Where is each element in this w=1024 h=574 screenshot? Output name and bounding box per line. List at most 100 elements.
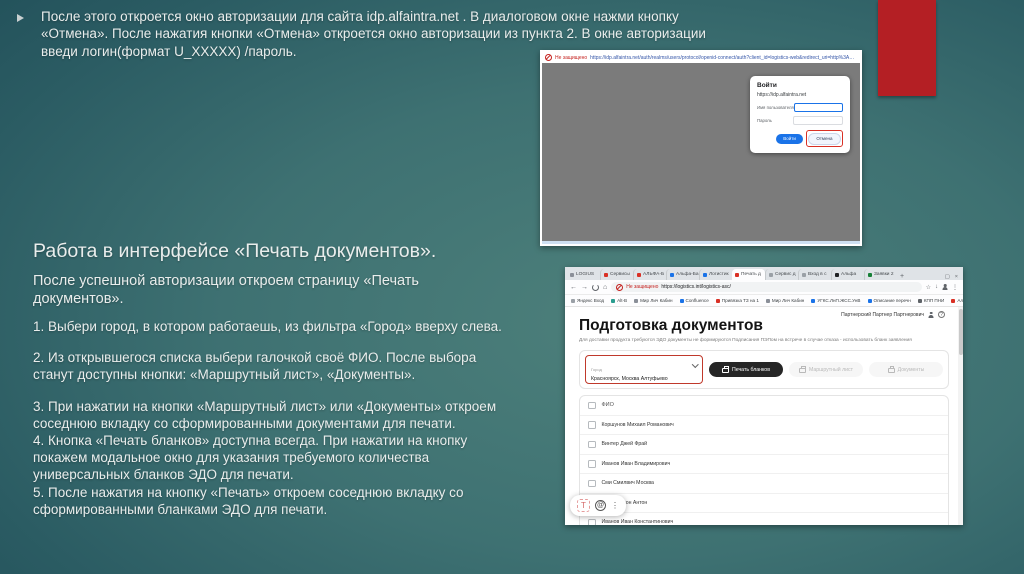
person-checkbox[interactable]: [588, 479, 596, 487]
bookmark-label: Мир Лич Кабин: [771, 298, 805, 303]
more-options-icon[interactable]: ⋮: [611, 501, 619, 510]
bookmark-label: Описание перечн: [873, 298, 911, 303]
auth-window-bottom-edge: [542, 241, 860, 244]
auth-page-background: Войти https://idp.alfaintra.net Имя поль…: [542, 63, 860, 241]
tab-favicon: [570, 272, 574, 277]
bookmark-item[interactable]: Привязка ТЗ на 1: [715, 298, 759, 303]
person-checkbox[interactable]: [588, 440, 596, 448]
browser-tab[interactable]: Сервис д: [765, 269, 798, 280]
person-name: Иванов Иван Константинович: [601, 519, 674, 525]
select-all-checkbox[interactable]: [588, 401, 596, 409]
browser-tab[interactable]: Заявки 2: [864, 269, 897, 280]
person-checkbox[interactable]: [588, 421, 596, 429]
bookmark-item[interactable]: КПП ПНИ: [917, 298, 944, 303]
person-row[interactable]: Винтер Джей Фрай: [580, 435, 948, 455]
person-checkbox[interactable]: [588, 518, 596, 525]
page-url: https://logistics.int/logistics-asc/: [661, 284, 731, 290]
bookmark-label: УГКС.ЛнП.ЖСС.УнВ: [817, 298, 861, 303]
password-field[interactable]: [793, 116, 843, 125]
browser-tab[interactable]: Альфа: [831, 269, 864, 280]
auth-url[interactable]: https://idp.alfaintra.net/auth/realms/us…: [590, 55, 857, 61]
bookmark-favicon: [715, 298, 720, 303]
bookmark-label: Alt-B: [617, 298, 628, 303]
tab-favicon: [703, 272, 707, 277]
scrollbar[interactable]: [958, 307, 963, 525]
browser-tab-active[interactable]: Печать д: [732, 269, 765, 280]
bookmark-star-icon[interactable]: ☆: [926, 284, 931, 291]
section-subheading: После успешной авторизации откроем стран…: [33, 273, 419, 307]
screenshot-tool-overlay: T @ ⋮: [570, 495, 626, 516]
person-row[interactable]: Стефанссон Антон: [580, 494, 948, 513]
text-recognition-icon[interactable]: T: [577, 499, 590, 512]
bookmark-item[interactable]: Яндекс Вход: [571, 298, 604, 303]
cancel-highlight-box: Отмена: [805, 130, 843, 147]
not-secure-label: Не защищено: [626, 284, 659, 290]
download-icon[interactable]: ↓: [935, 284, 938, 290]
profile-icon[interactable]: [942, 284, 948, 290]
page-subtitle: Для доставки продукта требуются ЭДО доку…: [579, 338, 912, 343]
cancel-button[interactable]: Отмена: [808, 132, 841, 145]
browser-tab[interactable]: LOGIUS: [567, 269, 600, 280]
tab-favicon: [637, 272, 641, 277]
login-button[interactable]: Войти: [776, 133, 803, 144]
new-tab-button[interactable]: +: [900, 273, 904, 280]
tab-label: Логистик: [709, 272, 729, 277]
route-sheet-button[interactable]: Маршрутный лист: [789, 362, 863, 377]
reload-icon[interactable]: [592, 283, 599, 291]
tab-label: АЛЬФА-Б: [643, 272, 665, 277]
bookmark-item[interactable]: Описание перечн: [867, 298, 911, 303]
menu-dots-icon[interactable]: ⋮: [952, 284, 958, 291]
bookmark-item[interactable]: УГКС.ЛнП.ЖСС.УнВ: [811, 298, 861, 303]
tab-label: Альфа-Ба: [676, 272, 699, 277]
documents-button[interactable]: Документы: [869, 362, 943, 377]
bookmark-label: Confluence: [685, 298, 709, 303]
username-field[interactable]: [793, 103, 843, 112]
printer-icon: [887, 366, 895, 373]
tab-favicon: [802, 272, 806, 277]
browser-tab[interactable]: Логистик: [699, 269, 732, 280]
user-avatar-icon[interactable]: [928, 312, 934, 318]
browser-tab[interactable]: Сервисы: [600, 269, 633, 280]
bookmark-label: Альфабанк: [957, 298, 963, 303]
bookmark-favicon: [917, 298, 922, 303]
tab-label: Заявки 2: [874, 272, 894, 277]
bookmark-item[interactable]: Альфабанк: [951, 298, 963, 303]
browser-tab[interactable]: АЛЬФА-Б: [633, 269, 666, 280]
person-row[interactable]: Сми Смилвич Москва: [580, 474, 948, 494]
url-field[interactable]: Не защищено https://logistics.int/logist…: [611, 282, 922, 292]
list-header-row: ФИО: [580, 396, 948, 416]
username-label: Имя пользователя: [757, 105, 794, 110]
bookmark-item[interactable]: Confluence: [679, 298, 709, 303]
browser-tab[interactable]: Вход в с: [798, 269, 831, 280]
tab-favicon: [604, 272, 608, 277]
city-filter-select[interactable]: Город Красноярск, Москва Алтуфьево: [585, 355, 703, 384]
person-row[interactable]: Коршунов Михаил Романович: [580, 416, 948, 435]
tab-label: Сервисы: [610, 272, 630, 277]
step-2: 2. Из открывшегося списка выбери галочко…: [33, 350, 477, 383]
auth-dialog-title: Войти: [757, 82, 777, 89]
tab-favicon: [835, 272, 839, 277]
print-forms-button[interactable]: Печать бланков: [709, 362, 783, 377]
home-icon[interactable]: ⌂: [603, 284, 607, 291]
scrollbar-thumb[interactable]: [958, 309, 963, 355]
browser-tab[interactable]: Альфа-Ба: [666, 269, 699, 280]
person-row[interactable]: Иванов Иван Владимирович: [580, 455, 948, 474]
bookmark-item[interactable]: Alt-B: [611, 298, 627, 303]
browser-tab-strip: LOGIUS Сервисы АЛЬФА-Б Альфа-Ба Логистик…: [565, 267, 963, 280]
forward-icon[interactable]: →: [581, 284, 588, 291]
back-icon[interactable]: ←: [570, 284, 577, 291]
bookmark-item[interactable]: Мир Лич Кабин: [765, 298, 805, 303]
search-lens-icon[interactable]: @: [595, 500, 606, 511]
bookmark-favicon: [811, 298, 816, 303]
tab-label: Вход в с: [808, 272, 827, 277]
chevron-down-icon: [691, 361, 698, 368]
person-name: Сми Смилвич Москва: [601, 480, 654, 487]
help-icon[interactable]: ?: [938, 311, 945, 318]
person-name: Винтер Джей Фрай: [601, 441, 648, 448]
tab-label: LOGIUS: [576, 272, 595, 277]
person-row[interactable]: Иванов Иван Константинович: [580, 513, 948, 525]
person-checkbox[interactable]: [588, 460, 596, 468]
bookmark-item[interactable]: Мир Лич Кабин: [634, 298, 673, 303]
printer-icon: [799, 366, 807, 373]
documents-toolbar: Город Красноярск, Москва Алтуфьево Печат…: [579, 350, 949, 389]
